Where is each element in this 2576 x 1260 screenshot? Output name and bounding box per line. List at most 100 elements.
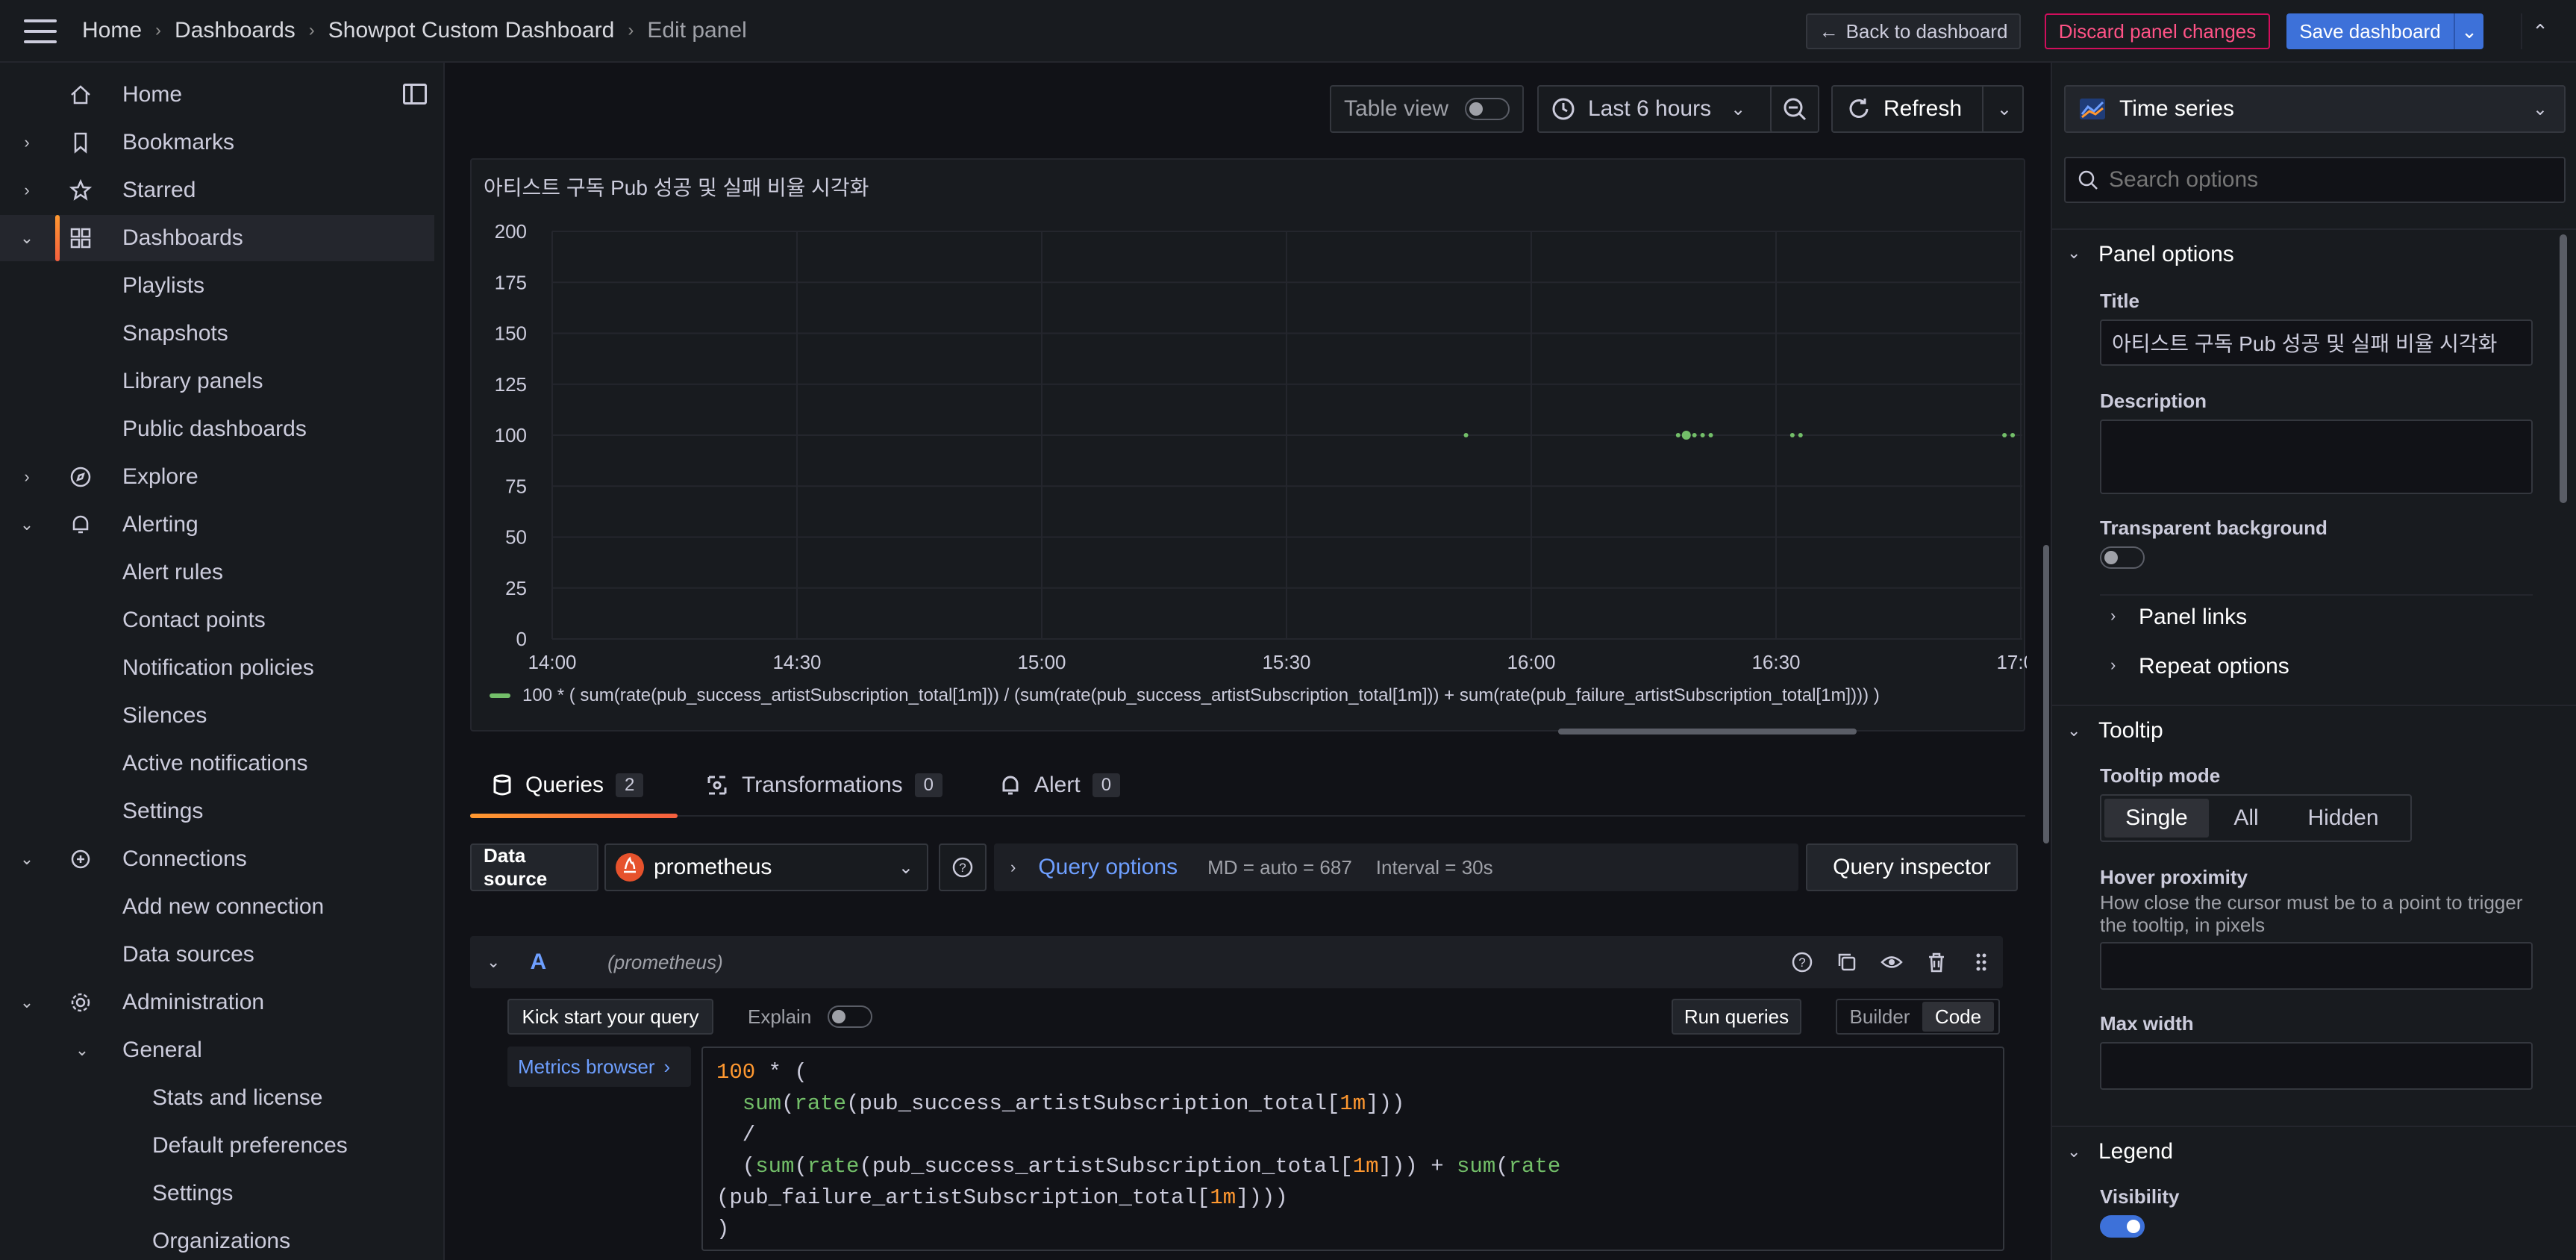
chevron-down-icon[interactable]: ⌄ [2454, 13, 2483, 49]
explain-switch[interactable] [828, 1005, 873, 1028]
sidebar-item-silences[interactable]: Silences [0, 693, 434, 739]
back-to-dashboard-button[interactable]: ← Back to dashboard [1806, 13, 2021, 49]
chevron-up-icon[interactable]: ⌃ [2521, 13, 2558, 49]
eye-icon[interactable] [1881, 951, 1903, 973]
sidebar-item-playlists[interactable]: Playlists [0, 263, 434, 309]
title-input[interactable]: 아티스트 구독 Pub 성공 및 실패 비율 시각화 [2100, 319, 2533, 366]
promql-code-editor[interactable]: 100 * ( sum(rate(pub_success_artistSubsc… [701, 1047, 2004, 1251]
main-scrollbar[interactable] [2043, 545, 2049, 843]
sidebar-item-add-new-connection[interactable]: Add new connection [0, 884, 434, 930]
sidebar-item-snapshots[interactable]: Snapshots [0, 311, 434, 357]
tooltip-mode-hidden[interactable]: Hidden [2283, 799, 2403, 838]
chevron-right-icon[interactable]: › [18, 133, 36, 152]
hover-proximity-input[interactable] [2100, 942, 2533, 990]
menu-icon[interactable] [24, 19, 57, 43]
tab-transformations[interactable]: Transformations 0 [706, 754, 942, 817]
sidebar-item-starred[interactable]: › Starred [0, 167, 434, 213]
options-search-input[interactable] [2109, 167, 2542, 193]
tab-queries[interactable]: Queries 2 [470, 754, 678, 818]
sidebar-item-default-preferences[interactable]: Default preferences [0, 1123, 434, 1169]
breadcrumb-current: Edit panel [647, 18, 747, 43]
sidebar-item-active-notifications[interactable]: Active notifications [0, 740, 434, 787]
chart-legend[interactable]: 100 * ( sum(rate(pub_success_artistSubsc… [490, 685, 1880, 706]
breadcrumb-dashboards[interactable]: Dashboards [175, 18, 296, 43]
sidebar-item-alerting[interactable]: ⌄ Alerting [0, 502, 434, 548]
sidebar-item-settings[interactable]: Settings [0, 1170, 434, 1217]
table-view-switch[interactable] [1465, 98, 1510, 120]
options-scrollbar[interactable] [2560, 234, 2567, 503]
x-tick-label: 15:30 [1262, 651, 1310, 673]
tab-alert[interactable]: Alert 0 [1000, 754, 1121, 817]
breadcrumb-dashboard[interactable]: Showpot Custom Dashboard [328, 18, 615, 43]
chevron-down-icon[interactable]: ⌄ [73, 1041, 91, 1060]
chevron-down-icon[interactable]: ⌄ [1981, 87, 2012, 131]
sidebar-item-connections[interactable]: ⌄ Connections [0, 836, 434, 882]
data-source-picker[interactable]: prometheus ⌄ [604, 843, 928, 891]
question-icon[interactable]: ? [1791, 951, 1813, 973]
chevron-right-icon[interactable]: › [2110, 655, 2116, 675]
sidebar-item-explore[interactable]: › Explore [0, 454, 434, 500]
sidebar-item-data-sources[interactable]: Data sources [0, 932, 434, 978]
builder-mode-button[interactable]: Builder [1837, 1005, 1922, 1029]
tooltip-mode-all[interactable]: All [2209, 799, 2283, 838]
time-series-chart[interactable]: 0 25 50 75 100 125 150 175 200 14:00 14:30 15:00 15:… [472, 160, 2027, 682]
zoom-out-button[interactable] [1770, 85, 1819, 133]
metrics-browser-button[interactable]: Metrics browser › [507, 1047, 691, 1087]
horizontal-scrollbar[interactable] [1558, 729, 1857, 735]
sidebar-item-home[interactable]: Home [0, 72, 434, 118]
query-header[interactable]: ⌄ A (prometheus) ? [470, 936, 2003, 988]
query-ref-id[interactable]: A [530, 949, 546, 975]
sidebar-item-general[interactable]: ⌄ General [0, 1027, 434, 1073]
chevron-down-icon[interactable]: ⌄ [18, 228, 36, 248]
transparent-switch[interactable] [2100, 546, 2145, 569]
discard-changes-button[interactable]: Discard panel changes [2045, 13, 2270, 49]
chevron-down-icon[interactable]: ⌄ [18, 849, 36, 869]
drag-handle-icon[interactable] [1970, 951, 1992, 973]
code-mode-button[interactable]: Code [1922, 1002, 1994, 1032]
options-search[interactable] [2064, 157, 2566, 203]
chevron-right-icon[interactable]: › [2110, 606, 2116, 626]
copy-icon[interactable] [1836, 951, 1858, 973]
chevron-right-icon[interactable]: › [18, 181, 36, 200]
sidebar-item-public-dashboards[interactable]: Public dashboards [0, 406, 434, 452]
tooltip-header[interactable]: Tooltip [2098, 718, 2163, 743]
run-queries-button[interactable]: Run queries [1672, 999, 1801, 1035]
description-input[interactable] [2100, 420, 2533, 494]
panel-visualization[interactable]: 아티스트 구독 Pub 성공 및 실패 비율 시각화 0 25 50 75 100 125… [470, 158, 2027, 735]
table-view-toggle[interactable]: Table view [1330, 85, 1524, 133]
refresh-button[interactable]: Refresh ⌄ [1831, 85, 2024, 133]
repeat-options-header[interactable]: Repeat options [2139, 654, 2289, 679]
sidebar-item-stats-and-license[interactable]: Stats and license [0, 1075, 434, 1121]
chevron-down-icon[interactable]: ⌄ [487, 952, 500, 972]
sidebar-item-contact-points[interactable]: Contact points [0, 597, 434, 643]
chevron-down-icon[interactable]: ⌄ [2067, 1142, 2081, 1161]
sidebar-item-bookmarks[interactable]: › Bookmarks [0, 119, 434, 166]
legend-header[interactable]: Legend [2098, 1139, 2173, 1164]
sidebar-item-alert-rules[interactable]: Alert rules [0, 549, 434, 596]
tooltip-mode-single[interactable]: Single [2104, 799, 2209, 838]
panel-links-header[interactable]: Panel links [2139, 605, 2247, 630]
explain-toggle[interactable]: Explain [748, 999, 873, 1035]
sidebar-item-organizations[interactable]: Organizations [0, 1218, 434, 1260]
save-dashboard-button[interactable]: Save dashboard ⌄ [2286, 13, 2483, 49]
kickstart-button[interactable]: Kick start your query [507, 999, 713, 1035]
sidebar-item-notification-policies[interactable]: Notification policies [0, 645, 434, 691]
sidebar-item-settings[interactable]: Settings [0, 788, 434, 835]
breadcrumb-home[interactable]: Home [82, 18, 142, 43]
chevron-down-icon[interactable]: ⌄ [18, 515, 36, 534]
panel-options-header[interactable]: Panel options [2098, 242, 2234, 267]
chevron-down-icon[interactable]: ⌄ [2067, 243, 2081, 263]
sidebar-item-library-panels[interactable]: Library panels [0, 358, 434, 405]
chevron-down-icon[interactable]: ⌄ [18, 993, 36, 1012]
sidebar-item-administration[interactable]: ⌄ Administration [0, 979, 434, 1026]
chevron-right-icon[interactable]: › [18, 467, 36, 487]
query-inspector-button[interactable]: Query inspector [1806, 843, 2018, 891]
data-source-help-button[interactable]: ? [939, 843, 987, 891]
sidebar-item-dashboards[interactable]: ⌄ Dashboards [0, 215, 434, 261]
visualization-picker[interactable]: Time series ⌄ [2064, 85, 2566, 133]
max-width-input[interactable] [2100, 1042, 2533, 1090]
trash-icon[interactable] [1925, 951, 1948, 973]
legend-visibility-switch[interactable] [2100, 1215, 2145, 1238]
chevron-down-icon[interactable]: ⌄ [2067, 721, 2081, 740]
query-options[interactable]: › Query options MD = auto = 687 Interval… [994, 843, 1798, 891]
